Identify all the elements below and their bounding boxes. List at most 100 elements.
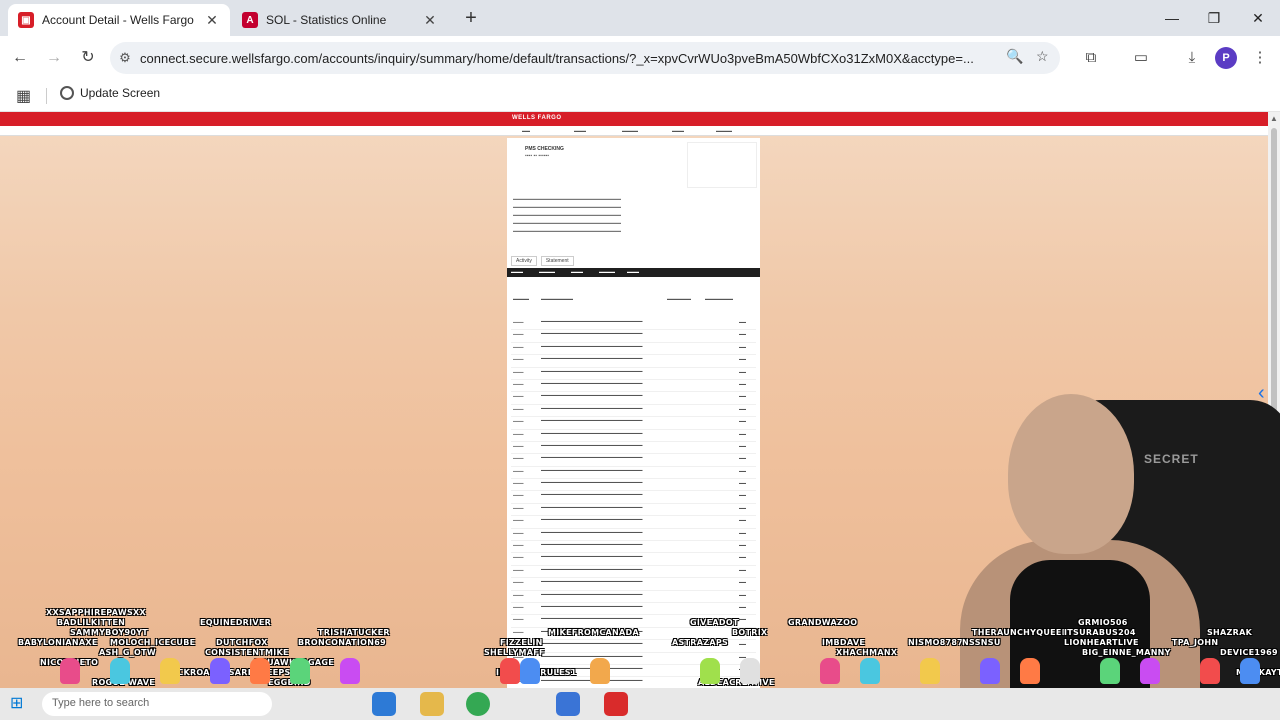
transaction-row[interactable]: ▬▬▬▬▬▬▬▬▬▬▬▬▬▬▬▬▬▬▬▬▬▬▬▬▬▬▬▬▬▬▬▬▬▬ — [511, 417, 756, 430]
transaction-description: ▬▬▬▬▬▬▬▬▬▬▬▬▬▬▬▬▬▬▬▬▬▬▬▬▬▬▬▬▬ — [541, 517, 643, 522]
tab-statement[interactable]: Statement — [540, 256, 574, 266]
extensions-icon[interactable]: ⧉ — [1079, 46, 1103, 70]
transaction-amount: ▬▬ — [739, 592, 746, 597]
chat-username: IMBDAVE — [822, 638, 866, 647]
new-tab-button[interactable]: + — [460, 8, 482, 30]
scroll-up-icon[interactable]: ▲ — [1270, 114, 1278, 123]
chat-username: BRONCONATION69 — [298, 638, 386, 647]
transaction-row[interactable]: ▬▬▬▬▬▬▬▬▬▬▬▬▬▬▬▬▬▬▬▬▬▬▬▬▬▬▬▬▬▬▬▬▬▬ — [511, 467, 756, 480]
cast-icon[interactable]: ▭ — [1129, 46, 1153, 70]
transaction-row[interactable]: ▬▬▬▬▬▬▬▬▬▬▬▬▬▬▬▬▬▬▬▬▬▬▬▬▬▬▬▬▬▬▬▬▬▬ — [511, 330, 756, 343]
chat-username: BOTRIX — [732, 628, 768, 637]
close-tab-icon[interactable]: ✕ — [422, 12, 438, 28]
chat-avatar — [1020, 658, 1040, 684]
header-cell[interactable]: ▬▬▬ — [511, 269, 523, 274]
transaction-row[interactable]: ▬▬▬▬▬▬▬▬▬▬▬▬▬▬▬▬▬▬▬▬▬▬▬▬▬▬▬▬▬▬▬▬▬▬ — [511, 355, 756, 368]
chat-username: GIVEADOT — [690, 618, 739, 627]
chair-brand-text: SECRET — [1144, 452, 1199, 466]
chat-avatar — [340, 658, 360, 684]
summary-line: ▬▬▬▬▬▬▬▬▬▬▬▬▬▬▬▬▬▬▬▬▬▬▬▬▬▬▬ — [513, 228, 621, 233]
transaction-row[interactable]: ▬▬▬▬▬▬▬▬▬▬▬▬▬▬▬▬▬▬▬▬▬▬▬▬▬▬▬▬▬▬▬▬▬▬ — [511, 491, 756, 504]
transaction-row[interactable]: ▬▬▬▬▬▬▬▬▬▬▬▬▬▬▬▬▬▬▬▬▬▬▬▬▬▬▬▬▬▬▬▬▬▬ — [511, 318, 756, 331]
taskbar-search[interactable]: Type here to search — [42, 692, 272, 716]
tab-activity[interactable]: Activity — [511, 256, 537, 266]
nav-item[interactable]: ▬▬▬ — [574, 128, 586, 133]
nav-item[interactable]: ▬▬ — [522, 128, 530, 133]
windows-start-icon[interactable]: ⊞ — [10, 694, 30, 714]
transaction-row[interactable]: ▬▬▬▬▬▬▬▬▬▬▬▬▬▬▬▬▬▬▬▬▬▬▬▬▬▬▬▬▬▬▬▬▬▬ — [511, 566, 756, 579]
edge-icon[interactable] — [372, 692, 396, 716]
bookmarks-bar: ▦ Update Screen — [0, 80, 1280, 112]
tab-sol-statistics[interactable]: A SOL - Statistics Online ✕ — [232, 4, 448, 36]
chat-avatar — [60, 658, 80, 684]
chat-username: GRANDWAZOO — [788, 618, 858, 627]
transaction-row[interactable]: ▬▬▬▬▬▬▬▬▬▬▬▬▬▬▬▬▬▬▬▬▬▬▬▬▬▬▬▬▬▬▬▬▬▬ — [511, 516, 756, 529]
transaction-row[interactable]: ▬▬▬▬▬▬▬▬▬▬▬▬▬▬▬▬▬▬▬▬▬▬▬▬▬▬▬▬▬▬▬▬▬▬ — [511, 541, 756, 554]
account-name[interactable]: PMS CHECKING — [525, 146, 564, 152]
profile-avatar[interactable]: P — [1215, 47, 1237, 69]
column-description[interactable]: ▬▬▬▬▬▬▬▬ — [541, 296, 573, 301]
bookmark-star-icon[interactable]: ☆ — [1036, 48, 1049, 65]
site-info-icon[interactable]: ⚙ — [110, 50, 140, 66]
transaction-row[interactable]: ▬▬▬▬▬▬▬▬▬▬▬▬▬▬▬▬▬▬▬▬▬▬▬▬▬▬▬▬▬▬▬▬▬▬ — [511, 578, 756, 591]
nav-item[interactable]: ▬▬▬ — [672, 128, 684, 133]
transaction-row[interactable]: ▬▬▬▬▬▬▬▬▬▬▬▬▬▬▬▬▬▬▬▬▬▬▬▬▬▬▬▬▬▬▬▬▬▬ — [511, 442, 756, 455]
app-icon[interactable] — [556, 692, 580, 716]
tab-title: SOL - Statistics Online — [266, 13, 387, 27]
apps-grid-icon[interactable]: ▦ — [16, 86, 31, 106]
header-cell[interactable]: ▬▬▬ — [571, 269, 583, 274]
activity-tabs: Activity Statement — [511, 256, 574, 266]
transaction-date: ▬▬▬ — [513, 344, 524, 349]
restore-button[interactable]: ❐ — [1200, 6, 1228, 30]
header-cell[interactable]: ▬▬▬▬ — [599, 269, 615, 274]
chat-username: ITSURABUS204 — [1064, 628, 1136, 637]
transaction-amount: ▬▬ — [739, 580, 746, 585]
column-deposits[interactable]: ▬▬▬▬▬▬ — [667, 296, 691, 301]
header-cell[interactable]: ▬▬▬▬ — [539, 269, 555, 274]
transaction-date: ▬▬▬ — [513, 320, 524, 324]
nav-item[interactable]: ▬▬▬▬ — [622, 128, 638, 133]
chrome-icon[interactable] — [466, 692, 490, 716]
back-button[interactable]: ← — [8, 46, 32, 70]
column-withdrawals[interactable]: ▬▬▬▬▬▬▬ — [705, 296, 733, 301]
wells-fargo-logo[interactable]: WELLS FARGO — [512, 115, 562, 121]
transaction-description: ▬▬▬▬▬▬▬▬▬▬▬▬▬▬▬▬▬▬▬▬▬▬▬▬▬▬▬▬▬ — [541, 480, 643, 485]
transaction-row[interactable]: ▬▬▬▬▬▬▬▬▬▬▬▬▬▬▬▬▬▬▬▬▬▬▬▬▬▬▬▬▬▬▬▬▬▬ — [511, 454, 756, 467]
bookmark-update-screen[interactable]: Update Screen — [60, 86, 160, 100]
transaction-row[interactable]: ▬▬▬▬▬▬▬▬▬▬▬▬▬▬▬▬▬▬▬▬▬▬▬▬▬▬▬▬▬▬▬▬▬▬ — [511, 553, 756, 566]
transaction-row[interactable]: ▬▬▬▬▬▬▬▬▬▬▬▬▬▬▬▬▬▬▬▬▬▬▬▬▬▬▬▬▬▬▬▬▬▬ — [511, 430, 756, 442]
minimize-button[interactable]: — — [1158, 6, 1186, 30]
nav-item[interactable]: ▬▬▬▬ — [716, 128, 732, 133]
close-tab-icon[interactable]: ✕ — [204, 12, 220, 28]
account-side-panel — [687, 142, 757, 188]
menu-icon[interactable]: ⋮ — [1248, 46, 1272, 70]
chat-avatar — [290, 658, 310, 684]
transaction-row[interactable]: ▬▬▬▬▬▬▬▬▬▬▬▬▬▬▬▬▬▬▬▬▬▬▬▬▬▬▬▬▬▬▬▬▬▬ — [511, 380, 756, 393]
summary-line: ▬▬▬▬▬▬▬▬▬▬▬▬▬▬▬▬▬▬▬▬▬▬▬▬▬▬▬ — [513, 212, 621, 217]
transaction-row[interactable]: ▬▬▬▬▬▬▬▬▬▬▬▬▬▬▬▬▬▬▬▬▬▬▬▬▬▬▬▬▬▬▬▬▬▬ — [511, 504, 756, 517]
angular-favicon-icon: A — [242, 12, 258, 28]
transaction-row[interactable]: ▬▬▬▬▬▬▬▬▬▬▬▬▬▬▬▬▬▬▬▬▬▬▬▬▬▬▬▬▬▬▬▬▬▬ — [511, 343, 756, 356]
download-icon[interactable]: ⤓ — [1180, 46, 1204, 70]
chat-username: XHACHMANX — [836, 648, 898, 657]
forward-button[interactable]: → — [42, 46, 66, 70]
folder-icon[interactable] — [420, 692, 444, 716]
tab-wells-fargo[interactable]: ▣ Account Detail - Wells Fargo ✕ — [8, 4, 230, 36]
transaction-row[interactable]: ▬▬▬▬▬▬▬▬▬▬▬▬▬▬▬▬▬▬▬▬▬▬▬▬▬▬▬▬▬▬▬▬▬▬ — [511, 392, 756, 405]
chat-avatar — [110, 658, 130, 684]
transaction-row[interactable]: ▬▬▬▬▬▬▬▬▬▬▬▬▬▬▬▬▬▬▬▬▬▬▬▬▬▬▬▬▬▬▬▬▬▬ — [511, 368, 756, 380]
header-cell[interactable]: ▬▬▬ — [627, 269, 639, 274]
chat-username: BABYLONIANAXE — [18, 638, 98, 647]
zoom-icon[interactable]: 🔍 — [1006, 48, 1023, 65]
transaction-row[interactable]: ▬▬▬▬▬▬▬▬▬▬▬▬▬▬▬▬▬▬▬▬▬▬▬▬▬▬▬▬▬▬▬▬▬▬ — [511, 479, 756, 492]
chat-avatar — [160, 658, 180, 684]
reload-button[interactable]: ↻ — [76, 46, 100, 70]
close-window-button[interactable]: ✕ — [1244, 6, 1272, 30]
transaction-row[interactable]: ▬▬▬▬▬▬▬▬▬▬▬▬▬▬▬▬▬▬▬▬▬▬▬▬▬▬▬▬▬▬▬▬▬▬ — [511, 529, 756, 542]
address-bar[interactable]: ⚙ connect.secure.wellsfargo.com/accounts… — [110, 42, 1060, 74]
chat-username: BIG_EINNE_MANNY — [1082, 648, 1171, 657]
app-icon[interactable] — [604, 692, 628, 716]
transaction-description: ▬▬▬▬▬▬▬▬▬▬▬▬▬▬▬▬▬▬▬▬▬▬▬▬▬▬▬▬▬ — [541, 492, 643, 497]
transaction-row[interactable]: ▬▬▬▬▬▬▬▬▬▬▬▬▬▬▬▬▬▬▬▬▬▬▬▬▬▬▬▬▬▬▬▬▬▬ — [511, 405, 756, 418]
column-date[interactable]: ▬▬▬▬ — [513, 296, 529, 301]
